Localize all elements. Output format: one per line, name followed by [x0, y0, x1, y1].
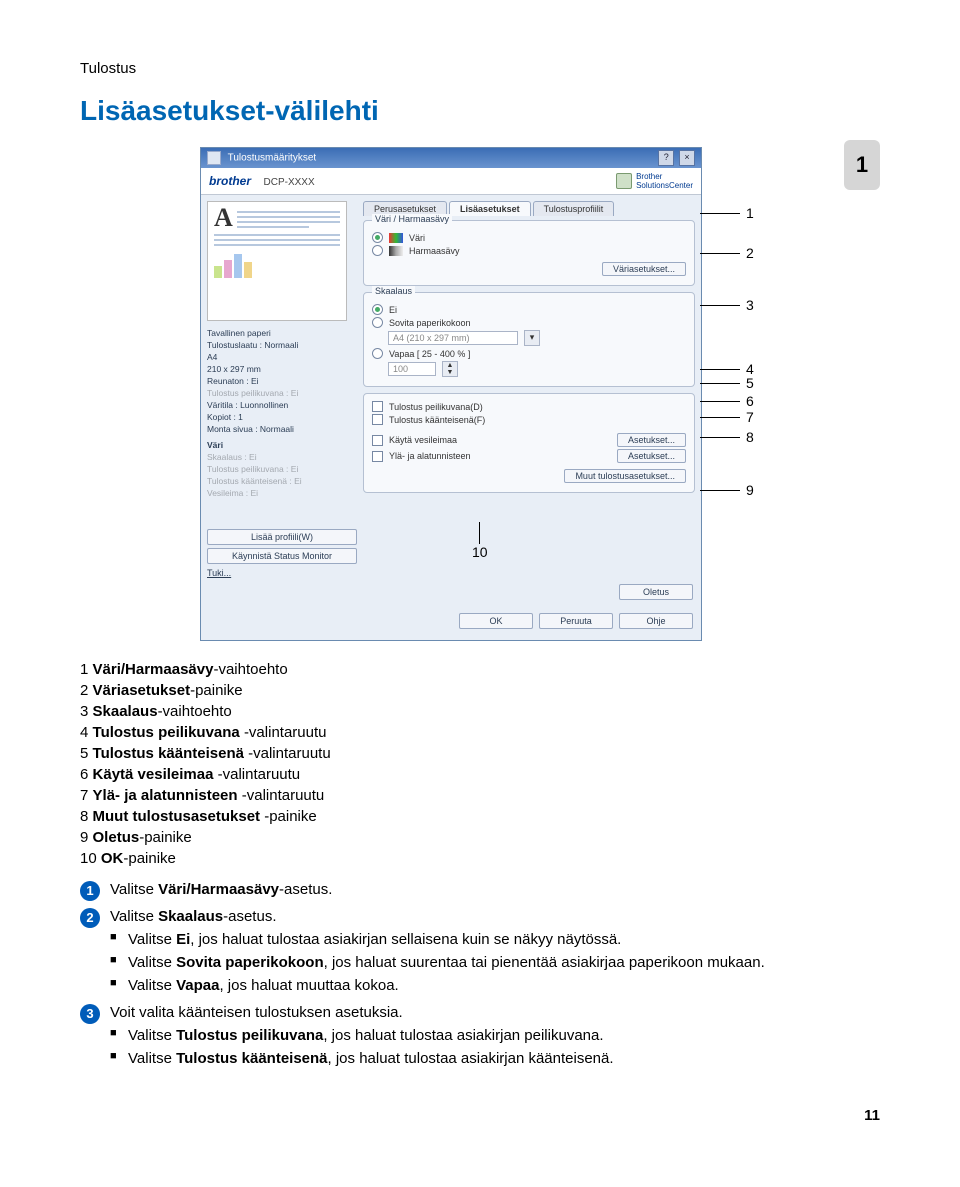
brand-bar: brother DCP-XXXX Brother SolutionsCenter — [201, 168, 701, 195]
model-text: DCP-XXXX — [264, 177, 315, 188]
color-group: Väri / Harmaasävy Väri Harmaasävy Värias… — [363, 220, 695, 286]
default-button[interactable]: Oletus — [619, 584, 693, 600]
help-icon[interactable]: ? — [658, 150, 674, 166]
radio-scaling-no[interactable] — [372, 304, 383, 315]
steps-list: 1 Valitse Väri/Harmaasävy-asetus. 2 Vali… — [80, 881, 880, 1067]
callout-3: 3 — [700, 297, 754, 313]
bullet-reverse: Valitse Tulostus käänteisenä, jos haluat… — [80, 1050, 880, 1067]
scaling-value-input[interactable]: 100 — [388, 362, 436, 376]
chevron-down-icon[interactable]: ▾ — [524, 330, 540, 346]
page-number: 11 — [80, 1107, 880, 1124]
color-settings-button[interactable]: Väriasetukset... — [602, 262, 686, 276]
tab-profiles[interactable]: Tulostusprofiilit — [533, 201, 615, 216]
dialog-title: Tulostusmääritykset — [207, 151, 316, 165]
dialog-window: Tulostusmääritykset ? × brother DCP-XXXX… — [200, 147, 702, 641]
radio-gray-label: Harmaasävy — [409, 246, 460, 256]
check-watermark[interactable] — [372, 435, 383, 446]
check-watermark-label: Käytä vesileimaa — [389, 435, 611, 445]
solutions-text[interactable]: Brother SolutionsCenter — [636, 172, 693, 190]
chapter-badge: 1 — [844, 140, 880, 190]
section-label: Tulostus — [80, 60, 880, 77]
radio-scaling-no-label: Ei — [389, 305, 397, 315]
radio-scaling-free-label: Vapaa [ 25 - 400 % ] — [389, 349, 470, 359]
specs-text: Tavallinen paperi Tulostuslaatu : Normaa… — [207, 327, 357, 499]
radio-gray[interactable] — [372, 245, 383, 256]
bullet-vapaa: Valitse Vapaa, jos haluat muuttaa kokoa. — [80, 977, 880, 994]
color-group-label: Väri / Harmaasävy — [372, 214, 452, 224]
brand-logo: brother — [209, 174, 251, 188]
tab-advanced[interactable]: Lisäasetukset — [449, 201, 531, 216]
add-profile-button[interactable]: Lisää profiili(W) — [207, 529, 357, 545]
check-mirror-label: Tulostus peilikuvana(D) — [389, 402, 483, 412]
callout-1: 1 — [700, 205, 754, 221]
preview-pane: A — [207, 201, 347, 321]
step-2: 2 Valitse Skaalaus-asetus. — [80, 908, 880, 925]
support-link[interactable]: Tuki... — [207, 568, 357, 578]
titlebar: Tulostusmääritykset ? × — [201, 148, 701, 168]
app-icon — [207, 151, 221, 165]
check-headerfooter-label: Ylä- ja alatunnisteen — [389, 451, 611, 461]
callout-6: 6 — [700, 393, 754, 409]
headerfooter-settings-button[interactable]: Asetukset... — [617, 449, 686, 463]
callout-8: 8 — [700, 429, 754, 445]
other-print-settings-button[interactable]: Muut tulostusasetukset... — [564, 469, 686, 483]
ok-button[interactable]: OK — [459, 613, 533, 629]
scaling-group: Skaalaus Ei Sovita paperikokoon A4 (210 … — [363, 292, 695, 387]
checks-group: Tulostus peilikuvana(D) Tulostus kääntei… — [363, 393, 695, 493]
right-column: Perusasetukset Lisäasetukset Tulostuspro… — [363, 201, 695, 578]
screenshot-wrapper: Tulostusmääritykset ? × brother DCP-XXXX… — [200, 147, 760, 641]
radio-scaling-fit-label: Sovita paperikokoon — [389, 318, 471, 328]
callout-9: 9 — [700, 482, 754, 498]
radio-color[interactable] — [372, 232, 383, 243]
callout-7: 7 — [700, 409, 754, 425]
bullet-mirror: Valitse Tulostus peilikuvana, jos haluat… — [80, 1027, 880, 1044]
step-3: 3 Voit valita käänteisen tulostuksen ase… — [80, 1004, 880, 1021]
radio-color-label: Väri — [409, 233, 425, 243]
check-reverse-label: Tulostus käänteisenä(F) — [389, 415, 485, 425]
status-monitor-button[interactable]: Käynnistä Status Monitor — [207, 548, 357, 564]
check-reverse[interactable] — [372, 414, 383, 425]
page-title: Lisäasetukset-välilehti — [80, 95, 880, 127]
check-headerfooter[interactable] — [372, 451, 383, 462]
help-button[interactable]: Ohje — [619, 613, 693, 629]
watermark-settings-button[interactable]: Asetukset... — [617, 433, 686, 447]
cancel-button[interactable]: Peruuta — [539, 613, 613, 629]
dialog-title-text: Tulostusmääritykset — [228, 153, 317, 164]
radio-scaling-free[interactable] — [372, 348, 383, 359]
bullet-sovita: Valitse Sovita paperikokoon, jos haluat … — [80, 954, 880, 971]
bullet-ei: Valitse Ei, jos haluat tulostaa asiakirj… — [80, 931, 880, 948]
spinner-icon[interactable]: ▲▼ — [442, 361, 458, 377]
scaling-group-label: Skaalaus — [372, 286, 415, 296]
step-1: 1 Valitse Väri/Harmaasävy-asetus. — [80, 881, 880, 898]
left-column: A Tavallinen paperi Tulostuslaatu : Norm… — [207, 201, 357, 578]
paper-size-select[interactable]: A4 (210 x 297 mm) — [388, 331, 518, 345]
legend-list: 1 Väri/Harmaasävy-vaihtoehto 2 Väriasetu… — [80, 661, 880, 867]
solutions-icon — [616, 173, 632, 189]
callout-2: 2 — [700, 245, 754, 261]
close-icon[interactable]: × — [679, 150, 695, 166]
check-mirror[interactable] — [372, 401, 383, 412]
callout-5: 5 — [700, 375, 754, 391]
radio-scaling-fit[interactable] — [372, 317, 383, 328]
callout-10: 10 — [472, 522, 488, 560]
